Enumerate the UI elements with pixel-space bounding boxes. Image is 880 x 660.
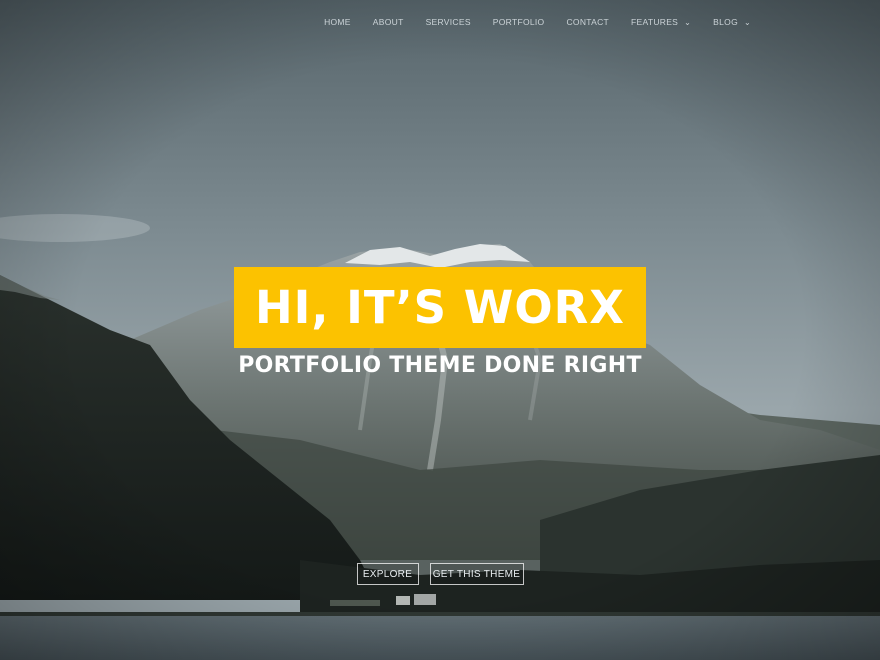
headline-highlight-box: HI, IT’S WORX <box>234 267 646 348</box>
nav-item-portfolio[interactable]: PORTFOLIO <box>482 0 556 44</box>
nav-item-blog[interactable]: BLOG ⌄ <box>702 0 762 44</box>
chevron-down-icon: ⌄ <box>743 17 751 27</box>
nav-item-label: PORTFOLIO <box>492 17 545 27</box>
hero-button-group: EXPLORE GET THIS THEME <box>0 563 880 585</box>
nav-item-label: ABOUT <box>372 17 404 27</box>
hero-headline: HI, IT’S WORX <box>254 281 625 334</box>
top-navigation: HOME ABOUT SERVICES PORTFOLIO CONTACT FE… <box>313 0 880 44</box>
nav-item-label: CONTACT <box>566 17 610 27</box>
hero-subheadline: PORTFOLIO THEME DONE RIGHT <box>238 353 642 378</box>
nav-item-label: BLOG <box>713 17 738 27</box>
nav-item-contact[interactable]: CONTACT <box>555 0 620 44</box>
hero-section: HOME ABOUT SERVICES PORTFOLIO CONTACT FE… <box>0 0 880 660</box>
explore-button[interactable]: EXPLORE <box>356 563 419 585</box>
nav-item-about[interactable]: ABOUT <box>362 0 415 44</box>
nav-item-label: FEATURES <box>631 17 679 27</box>
nav-item-label: HOME <box>324 17 351 27</box>
nav-item-features[interactable]: FEATURES ⌄ <box>620 0 702 44</box>
nav-item-home[interactable]: HOME <box>313 0 362 44</box>
chevron-down-icon: ⌄ <box>684 17 692 27</box>
get-this-theme-button[interactable]: GET THIS THEME <box>429 563 524 585</box>
nav-item-label: SERVICES <box>425 17 471 27</box>
nav-item-services[interactable]: SERVICES <box>415 0 482 44</box>
